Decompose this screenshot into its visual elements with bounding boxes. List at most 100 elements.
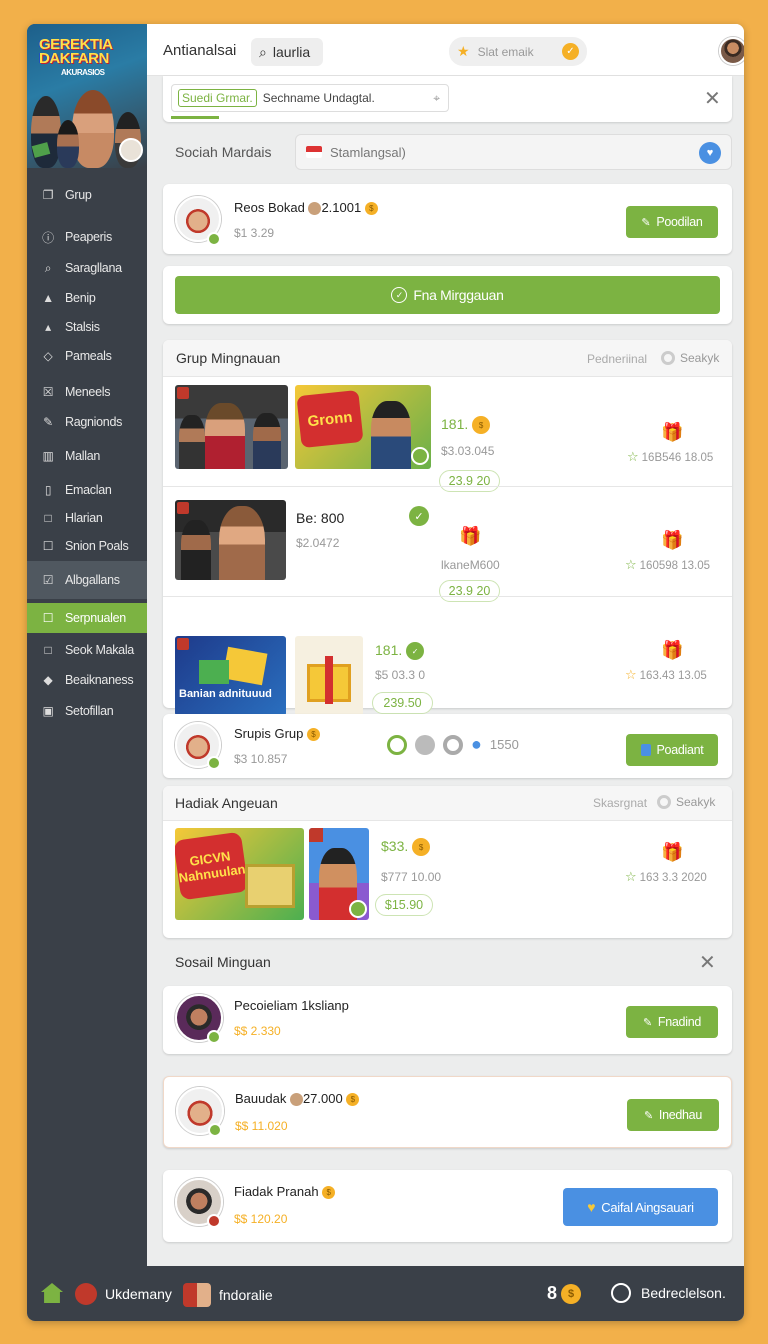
notice-input[interactable]: Suedi Grmar. Sechname Undagtal. ⌖	[171, 84, 449, 112]
sidebar-item-pameals[interactable]: ◇ Pameals	[27, 341, 147, 371]
circle-icon	[657, 795, 671, 809]
sidebar-item-saragllana[interactable]: ⌕ Saragllana	[27, 253, 147, 283]
info-icon	[611, 1283, 631, 1303]
gift-icon[interactable]: 🎁	[661, 640, 683, 662]
sidebar-item-stalsis[interactable]: ▴ Stalsis	[27, 312, 147, 342]
sidebar-item-beaiknaness[interactable]: ◆ Beaiknaness	[27, 665, 147, 695]
home-icon	[41, 1283, 63, 1303]
profile-sub: $1 3.29	[234, 226, 275, 240]
avatar	[183, 1283, 211, 1307]
sidebar-item-grup[interactable]: ❐ Grup	[27, 180, 147, 210]
email-pill[interactable]: ★ Slat emaik ✓	[449, 37, 587, 66]
sidebar-item-seok-makala[interactable]: □ Seok Makala	[27, 635, 147, 665]
bottom-item-bedreclelson[interactable]: Bedreclelson.	[611, 1283, 726, 1303]
page-title: Antianalsai	[163, 42, 237, 59]
sidebar-item-serpnualen[interactable]: ☐ Serpnualen	[27, 603, 147, 633]
bottom-item-fndoralie[interactable]: fndoralie	[183, 1283, 273, 1307]
star-icon: ☆	[625, 668, 637, 683]
share-icon[interactable]	[415, 734, 435, 755]
whatsapp-icon[interactable]	[387, 734, 407, 755]
info-icon: ⓘ	[42, 230, 54, 245]
list-item-sub: $$ 120.20	[234, 1212, 288, 1226]
online-badge	[207, 1030, 221, 1044]
mingguan-button[interactable]: ✓ Fna Mirggauan	[175, 276, 720, 314]
sidebar-item-peaperis[interactable]: ⓘ Peaperis	[27, 222, 147, 252]
tag-icon: ◇	[43, 349, 53, 363]
star-icon: ☆	[625, 870, 637, 885]
app-logo: GEREKTIA DAKFARN AKURASIOS	[39, 36, 112, 77]
count-badge[interactable]: 8 $	[547, 1283, 582, 1304]
sidebar-item-ragnionds[interactable]: ✎ Ragnionds	[27, 407, 147, 437]
gift-icon[interactable]: 🎁	[661, 530, 683, 552]
edit-icon: ✎	[43, 415, 53, 429]
hadiah-section: Hadiak Angeuan Skasrgnat Seakyk GICVN Na…	[163, 786, 732, 938]
thumb-up-icon: ▴	[45, 320, 51, 334]
sidebar: GEREKTIA DAKFARN AKURASIOS ❐ Grup ⓘ Peaperi…	[27, 24, 147, 1266]
coin-icon: $	[412, 838, 431, 857]
group-photo[interactable]	[175, 385, 288, 469]
list-item-name: Bauudak	[235, 1091, 287, 1106]
price-pill[interactable]: $15.90	[375, 894, 433, 916]
close-icon[interactable]: ✕	[699, 950, 716, 974]
home-button[interactable]	[41, 1283, 63, 1303]
sidebar-item-mallan[interactable]: ▥ Mallan	[27, 441, 147, 471]
promo-thumb[interactable]: GICVN Nahnuulan	[175, 828, 304, 920]
coin-icon: $	[561, 1283, 582, 1304]
poodilan-button[interactable]: ✎ Poodilan	[626, 206, 718, 238]
sidebar-item-meneels[interactable]: ☒ Meneels	[27, 377, 147, 407]
seakyk-link[interactable]: Seakyk	[661, 351, 719, 365]
promo-thumb[interactable]: Gronn	[295, 385, 431, 469]
circle-icon[interactable]	[443, 734, 463, 755]
inedhau-button[interactable]: ✎ Inedhau	[627, 1099, 719, 1131]
gift-icon[interactable]: 🎁	[459, 526, 481, 548]
caifal-button[interactable]: ♥ Caifal Aingsauari	[563, 1188, 718, 1226]
fnadind-button[interactable]: ✎ Fnadind	[626, 1006, 718, 1038]
badge-icon: ✓	[406, 642, 425, 661]
poadiant-button[interactable]: Poadiant	[626, 734, 718, 766]
social-input[interactable]: Stamlangsal) ♥	[295, 134, 732, 170]
profile-amount: 2.1001	[321, 200, 362, 215]
edit-icon: ☐	[42, 539, 54, 553]
seakyk-link[interactable]: Seakyk	[657, 795, 715, 809]
price-pill[interactable]: 239.50	[372, 692, 433, 714]
sidebar-item-albgallans[interactable]: ☑ Albgallans	[27, 561, 147, 599]
coin-icon: $	[472, 416, 491, 435]
circle-icon	[661, 351, 675, 365]
sidebar-item-setofillan[interactable]: ▣ Setofillan	[27, 696, 147, 726]
search-button[interactable]: ⌕ laurlia	[251, 38, 323, 66]
list-item-name: Fiadak Pranah	[234, 1184, 319, 1199]
close-icon[interactable]: ✕	[704, 86, 721, 110]
sidebar-item-snion-poals[interactable]: ☐ Snion Poals	[27, 531, 147, 561]
avatar-mini-icon	[308, 202, 322, 216]
online-badge	[207, 232, 221, 246]
sidebar-item-hlarian[interactable]: □ Hlarian	[27, 503, 147, 533]
price-pill[interactable]: 23.9 20	[439, 470, 500, 492]
sidebar-item-emaclan[interactable]: ▯ Emaclan	[27, 475, 147, 505]
avatar-mini-icon	[289, 1093, 303, 1107]
gift-icon[interactable]: 🎁	[661, 842, 683, 864]
group-photo[interactable]	[175, 500, 286, 580]
online-badge	[207, 756, 221, 770]
group-section: Grup Mingnauan Pedneriinal Seakyk Gronn …	[163, 340, 732, 716]
price-pill[interactable]: 23.9 20	[439, 580, 500, 602]
box-icon: ☒	[42, 385, 54, 399]
section-title: Grup Mingnauan	[176, 350, 281, 366]
sidebar-item-benip[interactable]: ▲ Benip	[27, 283, 147, 313]
gift-icon[interactable]: 🎁	[661, 422, 683, 444]
avatar[interactable]	[719, 37, 744, 65]
social-label: Sociah Mardais	[175, 144, 272, 160]
person-thumb[interactable]	[309, 828, 369, 920]
bottom-item-ukdemany[interactable]: Ukdemany	[75, 1283, 172, 1305]
edit-icon: ☐	[42, 611, 54, 625]
bookmark-icon: ❐	[42, 188, 54, 202]
chat-icon[interactable]: ●	[471, 734, 482, 755]
status-badge	[207, 1214, 221, 1228]
coin-icon: $	[346, 1093, 360, 1107]
search-icon: ⌕	[259, 43, 267, 60]
gift-thumb[interactable]	[295, 636, 363, 716]
profile-name: Reos Bokad	[234, 200, 305, 215]
profile-name: Srupis Grup	[234, 726, 304, 741]
twitter-icon[interactable]: ♥	[699, 142, 721, 164]
promo-thumb[interactable]: Banian adnituuud	[175, 636, 286, 716]
search-icon: ⌕	[44, 260, 52, 275]
